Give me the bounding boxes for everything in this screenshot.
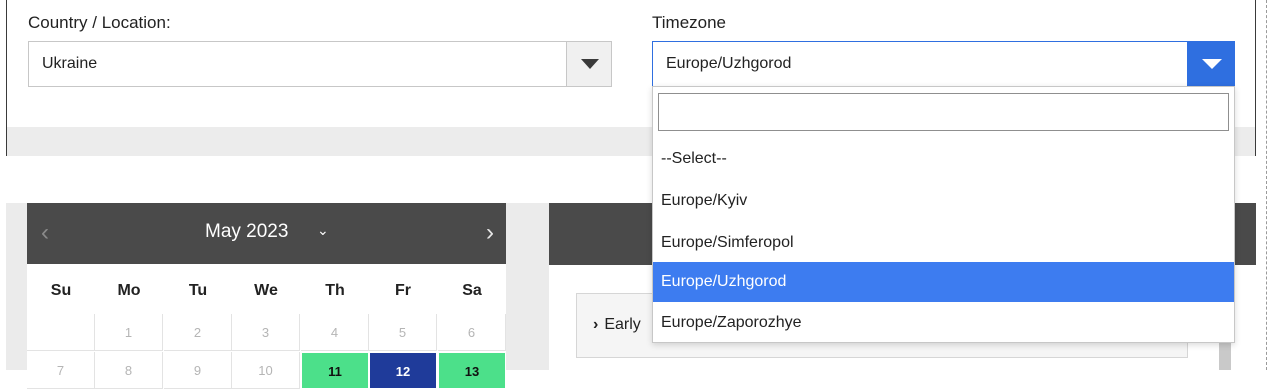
weekday-header: Tu bbox=[188, 282, 208, 299]
page-edge-guide bbox=[1266, 0, 1267, 370]
calendar-day: 10 bbox=[232, 352, 300, 389]
calendar-day-available[interactable]: 13 bbox=[438, 352, 506, 389]
chevron-down-icon[interactable]: ⌄ bbox=[317, 222, 329, 239]
weekday-header: Su bbox=[50, 282, 72, 299]
dropdown-arrow-icon bbox=[581, 59, 599, 69]
weekday-header: Mo bbox=[117, 282, 141, 299]
weekday-header: We bbox=[254, 282, 278, 299]
timezone-select-value: Europe/Uzhgorod bbox=[666, 55, 792, 72]
month-label[interactable]: May 2023 bbox=[205, 221, 288, 243]
weekday-header: Th bbox=[325, 282, 345, 299]
timezone-option-selected[interactable]: Europe/Uzhgorod bbox=[653, 262, 1234, 302]
calendar-day: 7 bbox=[27, 352, 95, 389]
chevron-right-icon: › bbox=[593, 316, 599, 333]
accordion-label: Early bbox=[604, 316, 641, 333]
country-label: Country / Location: bbox=[28, 13, 171, 32]
calendar-day-selected[interactable]: 12 bbox=[369, 352, 437, 389]
calendar-day: 8 bbox=[95, 352, 163, 389]
scrollbar[interactable] bbox=[1219, 340, 1231, 370]
calendar-day: 9 bbox=[164, 352, 232, 389]
timezone-search-input[interactable] bbox=[658, 93, 1229, 131]
timezone-option[interactable]: Europe/Simferopol bbox=[653, 223, 1234, 263]
weekday-header: Fr bbox=[395, 282, 411, 299]
prev-month-button[interactable]: ‹ bbox=[41, 219, 49, 247]
next-month-button[interactable]: › bbox=[486, 219, 494, 247]
timezone-label: Timezone bbox=[652, 13, 727, 32]
timezone-select-button[interactable] bbox=[1187, 42, 1234, 86]
calendar-day-empty bbox=[27, 314, 95, 351]
calendar-day: 6 bbox=[438, 314, 506, 351]
country-select[interactable]: Ukraine bbox=[28, 41, 612, 87]
country-select-button[interactable] bbox=[566, 42, 611, 86]
timezone-select[interactable]: Europe/Uzhgorod bbox=[652, 41, 1235, 87]
calendar: ‹ May 2023 ⌄ › Su Mo Tu We Th Fr Sa 1 2 … bbox=[27, 203, 506, 389]
weekday-header: Sa bbox=[462, 282, 482, 299]
calendar-day: 3 bbox=[232, 314, 300, 351]
timezone-dropdown: --Select-- Europe/Kyiv Europe/Simferopol… bbox=[652, 86, 1235, 343]
accordion-label-wrap: › Early bbox=[593, 316, 641, 334]
calendar-day: 4 bbox=[301, 314, 369, 351]
calendar-header: ‹ May 2023 ⌄ › bbox=[27, 203, 506, 264]
timezone-option[interactable]: --Select-- bbox=[653, 139, 1234, 179]
timezone-option[interactable]: Europe/Zaporozhye bbox=[653, 303, 1234, 343]
calendar-day: 1 bbox=[95, 314, 163, 351]
timezone-option[interactable]: Europe/Kyiv bbox=[653, 181, 1234, 221]
calendar-day: 5 bbox=[369, 314, 437, 351]
country-select-value: Ukraine bbox=[42, 55, 98, 72]
calendar-day: 2 bbox=[164, 314, 232, 351]
calendar-day-available[interactable]: 11 bbox=[301, 352, 369, 389]
dropdown-arrow-icon bbox=[1202, 59, 1222, 69]
